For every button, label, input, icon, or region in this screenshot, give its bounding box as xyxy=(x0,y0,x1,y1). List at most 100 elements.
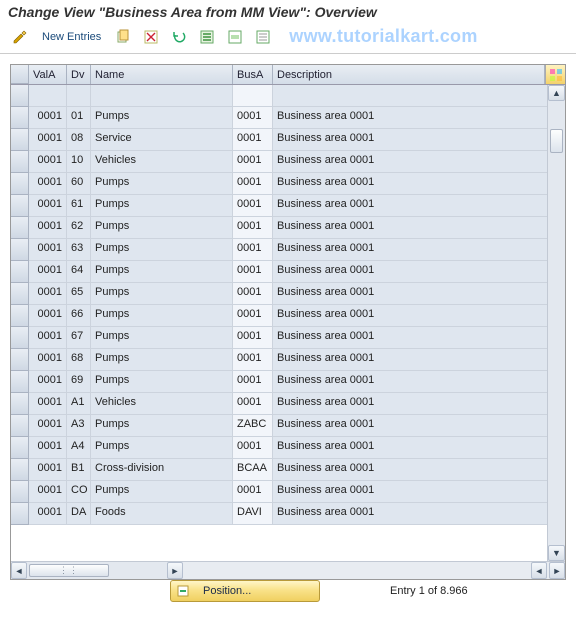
scroll-left-icon[interactable]: ◄ xyxy=(11,562,27,579)
row-selector[interactable] xyxy=(11,503,29,525)
table-body: 000101Pumps0001Business area 0001000108S… xyxy=(11,85,565,561)
cell-busa[interactable]: 0001 xyxy=(233,217,273,239)
row-selector[interactable] xyxy=(11,129,29,151)
scroll-right-a-icon[interactable]: ► xyxy=(167,562,183,579)
scroll-left-b-icon[interactable]: ◄ xyxy=(531,562,547,579)
cell-name: Pumps xyxy=(91,371,233,393)
cell-name: Pumps xyxy=(91,195,233,217)
vscroll-track[interactable] xyxy=(548,101,565,545)
col-header-dv[interactable]: Dv xyxy=(67,65,91,84)
row-selector[interactable] xyxy=(11,283,29,305)
deselect-all-icon[interactable] xyxy=(251,27,275,47)
cell-busa[interactable]: 0001 xyxy=(233,283,273,305)
cell-busa[interactable]: ZABC xyxy=(233,415,273,437)
cell-desc: Business area 0001 xyxy=(273,459,565,481)
row-selector[interactable] xyxy=(11,371,29,393)
table-row xyxy=(11,85,565,107)
cell-name: Pumps xyxy=(91,481,233,503)
cell-busa[interactable]: 0001 xyxy=(233,305,273,327)
delete-icon[interactable] xyxy=(139,27,163,47)
cell-busa[interactable]: 0001 xyxy=(233,239,273,261)
cell-name: Pumps xyxy=(91,173,233,195)
row-selector[interactable] xyxy=(11,481,29,503)
undo-icon[interactable] xyxy=(167,27,191,47)
cell-vala: 0001 xyxy=(29,195,67,217)
cell-name: Pumps xyxy=(91,261,233,283)
copy-as-icon[interactable] xyxy=(111,27,135,47)
hscroll-track-left[interactable]: ⋮⋮ xyxy=(27,562,167,579)
table-row: 0001DAFoodsDAVIBusiness area 0001 xyxy=(11,503,565,525)
hscroll-thumb[interactable]: ⋮⋮ xyxy=(29,564,109,577)
cell-dv: 08 xyxy=(67,129,91,151)
cell-dv xyxy=(67,85,91,107)
row-selector[interactable] xyxy=(11,173,29,195)
row-selector[interactable] xyxy=(11,239,29,261)
cell-busa[interactable]: 0001 xyxy=(233,371,273,393)
table-settings-icon[interactable] xyxy=(545,65,565,84)
cell-dv: 01 xyxy=(67,107,91,129)
table-row: 0001A4Pumps0001Business area 0001 xyxy=(11,437,565,459)
cell-vala: 0001 xyxy=(29,283,67,305)
cell-vala: 0001 xyxy=(29,415,67,437)
cell-desc xyxy=(273,85,565,107)
cell-name: Pumps xyxy=(91,239,233,261)
row-selector[interactable] xyxy=(11,151,29,173)
cell-busa[interactable]: 0001 xyxy=(233,393,273,415)
row-selector[interactable] xyxy=(11,195,29,217)
cell-busa[interactable]: 0001 xyxy=(233,349,273,371)
row-selector[interactable] xyxy=(11,393,29,415)
row-selector[interactable] xyxy=(11,349,29,371)
table-row: 0001A3PumpsZABCBusiness area 0001 xyxy=(11,415,565,437)
cell-busa[interactable]: 0001 xyxy=(233,437,273,459)
horizontal-scrollbar[interactable]: ◄ ⋮⋮ ► ◄ ► xyxy=(11,561,565,579)
cell-dv: CO xyxy=(67,481,91,503)
scroll-down-icon[interactable]: ▼ xyxy=(548,545,565,561)
row-selector[interactable] xyxy=(11,85,29,107)
table-row: 000167Pumps0001Business area 0001 xyxy=(11,327,565,349)
row-selector[interactable] xyxy=(11,305,29,327)
vertical-scrollbar[interactable]: ▲ ▼ xyxy=(547,85,565,561)
row-selector[interactable] xyxy=(11,415,29,437)
cell-busa[interactable]: 0001 xyxy=(233,195,273,217)
col-header-desc[interactable]: Description xyxy=(273,65,545,84)
col-header-vala[interactable]: ValA xyxy=(29,65,67,84)
cell-busa[interactable] xyxy=(233,85,273,107)
cell-busa[interactable]: 0001 xyxy=(233,151,273,173)
row-selector[interactable] xyxy=(11,327,29,349)
vscroll-thumb[interactable] xyxy=(550,129,563,153)
cell-busa[interactable]: 0001 xyxy=(233,327,273,349)
cell-busa[interactable]: BCAA xyxy=(233,459,273,481)
cell-vala: 0001 xyxy=(29,151,67,173)
table-row: 0001A1Vehicles0001Business area 0001 xyxy=(11,393,565,415)
scroll-right-b-icon[interactable]: ► xyxy=(549,562,565,579)
scroll-up-icon[interactable]: ▲ xyxy=(548,85,565,101)
cell-busa[interactable]: 0001 xyxy=(233,129,273,151)
cell-vala: 0001 xyxy=(29,349,67,371)
cell-vala: 0001 xyxy=(29,393,67,415)
cell-dv: B1 xyxy=(67,459,91,481)
row-selector[interactable] xyxy=(11,459,29,481)
row-selector[interactable] xyxy=(11,107,29,129)
col-header-busa[interactable]: BusA xyxy=(233,65,273,84)
data-table: ValA Dv Name BusA Description 000101Pump… xyxy=(10,64,566,580)
cell-dv: 64 xyxy=(67,261,91,283)
row-selector-header[interactable] xyxy=(11,65,29,84)
cell-vala xyxy=(29,85,67,107)
footer-bar: Position... Entry 1 of 8.966 xyxy=(0,580,576,602)
cell-busa[interactable]: 0001 xyxy=(233,481,273,503)
select-block-icon[interactable] xyxy=(223,27,247,47)
new-entries-button[interactable]: New Entries xyxy=(36,27,107,47)
cell-dv: 63 xyxy=(67,239,91,261)
cell-busa[interactable]: DAVI xyxy=(233,503,273,525)
select-all-icon[interactable] xyxy=(195,27,219,47)
row-selector[interactable] xyxy=(11,437,29,459)
col-header-name[interactable]: Name xyxy=(91,65,233,84)
cell-busa[interactable]: 0001 xyxy=(233,261,273,283)
cell-name: Pumps xyxy=(91,327,233,349)
toggle-display-change-icon[interactable] xyxy=(8,27,32,47)
row-selector[interactable] xyxy=(11,217,29,239)
row-selector[interactable] xyxy=(11,261,29,283)
cell-busa[interactable]: 0001 xyxy=(233,173,273,195)
position-button[interactable]: Position... xyxy=(170,580,320,602)
cell-busa[interactable]: 0001 xyxy=(233,107,273,129)
